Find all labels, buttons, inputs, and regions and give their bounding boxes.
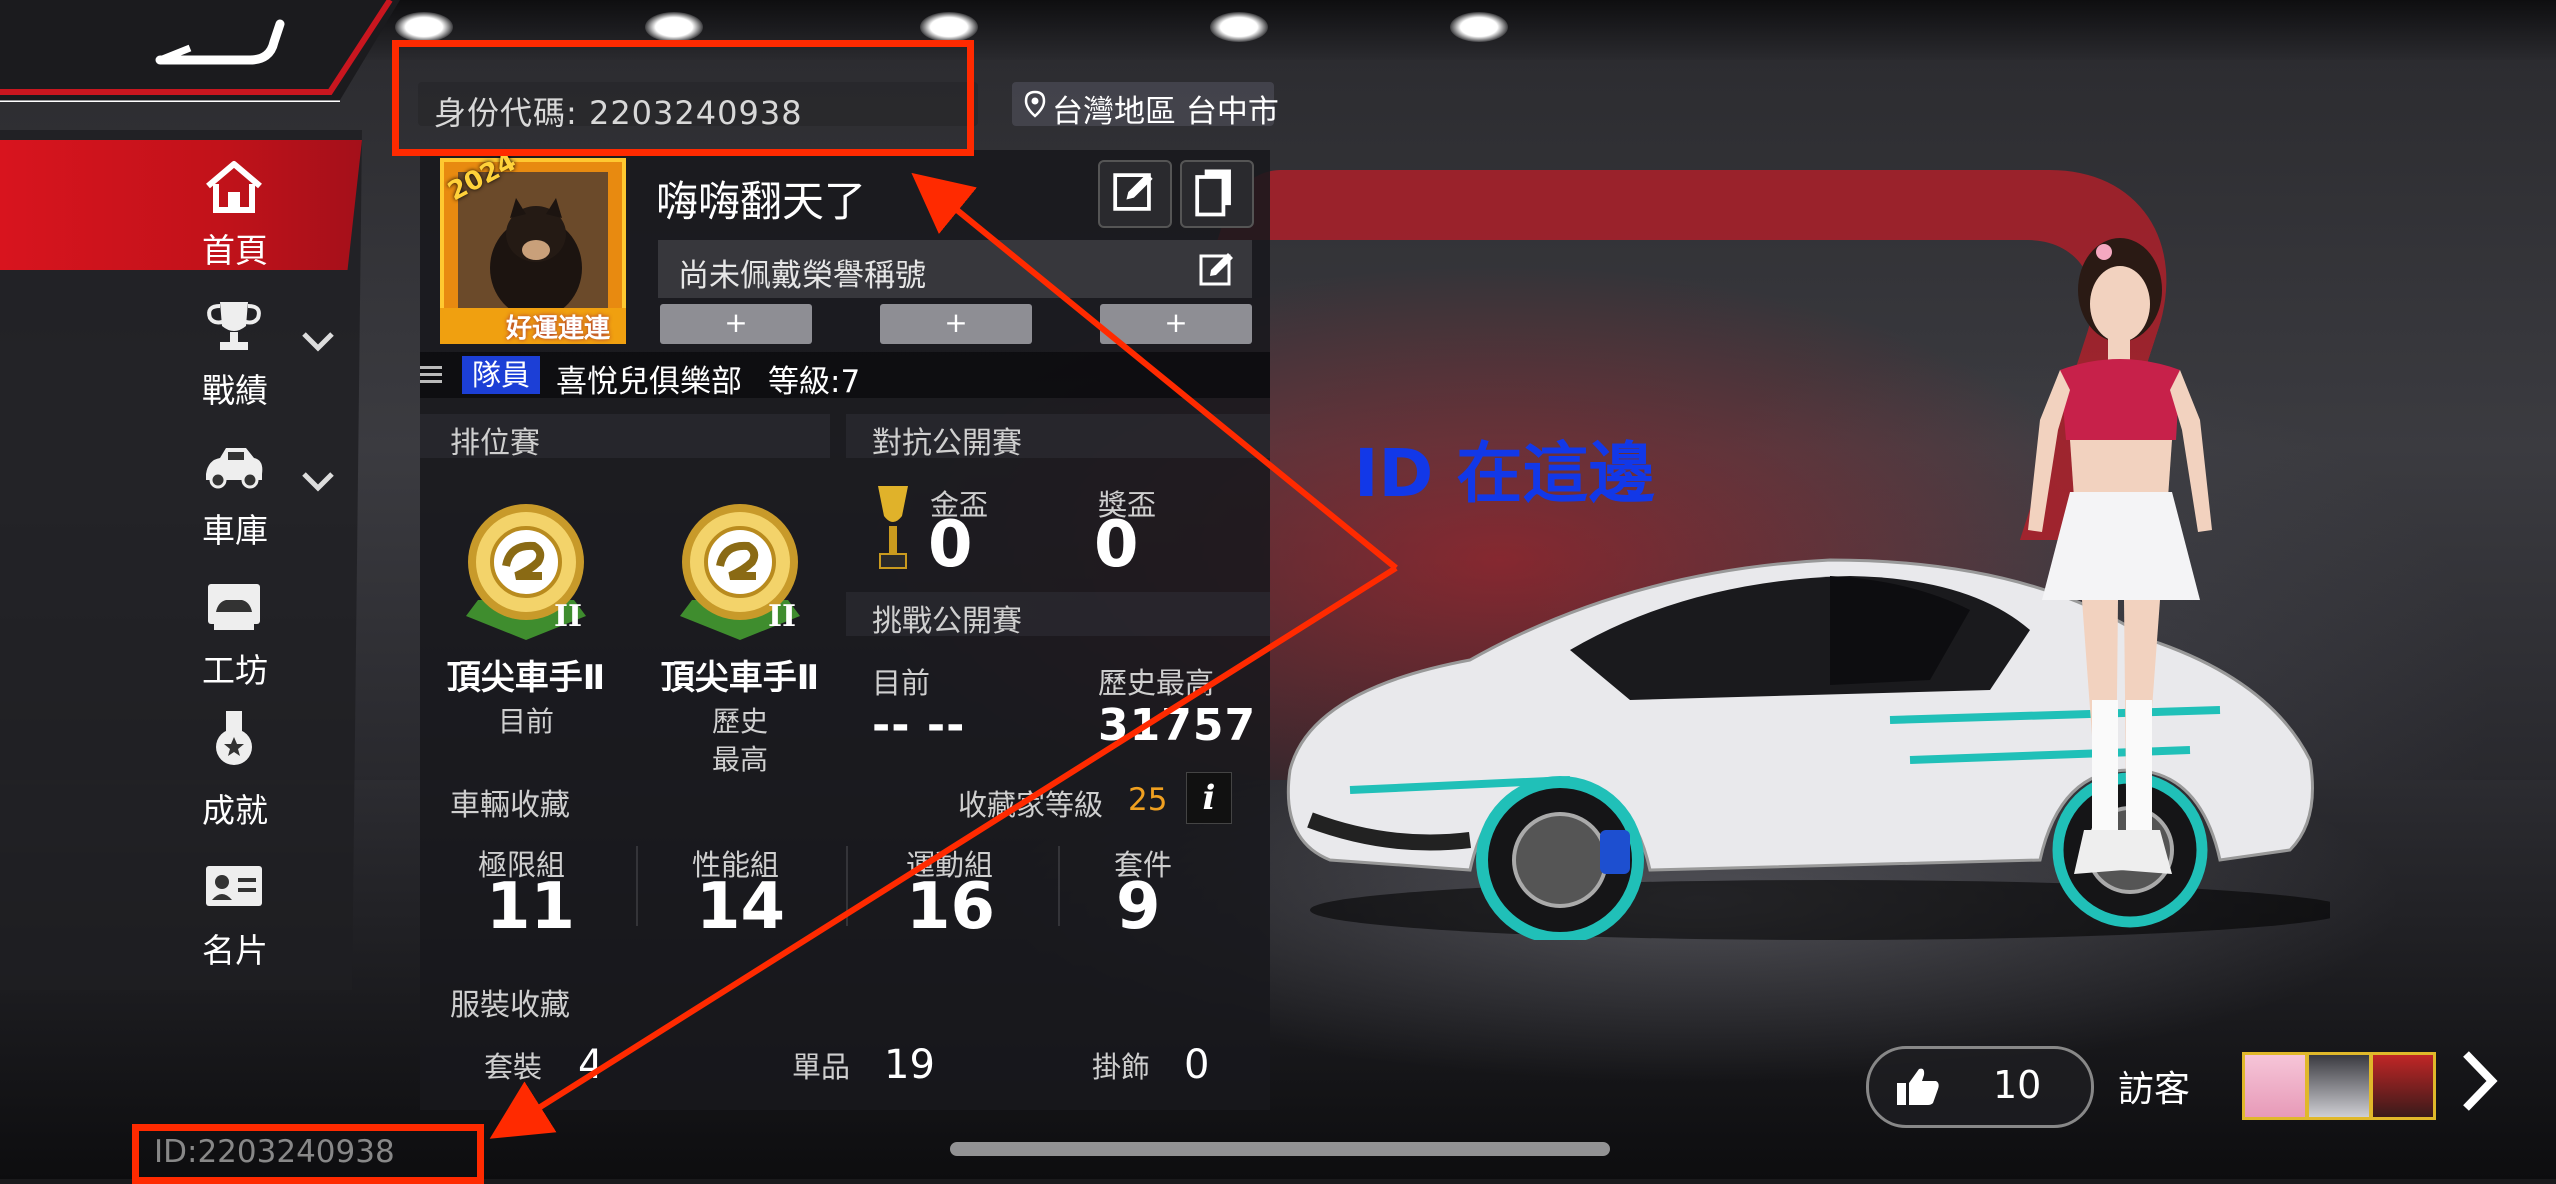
chevron-right-icon[interactable]: [2460, 1048, 2500, 1114]
ranked-heading: 排位賽: [450, 426, 540, 461]
copy-button[interactable]: [1180, 160, 1254, 228]
challenge-current-value: -- --: [872, 700, 966, 751]
character-girl-image: [2028, 238, 2212, 874]
menu-icon: [420, 366, 442, 383]
copy-icon: [1195, 169, 1231, 217]
outfit-value: 19: [884, 1042, 935, 1088]
best-rank-label: 最高: [711, 743, 768, 776]
location-text: 台灣地區 台中市: [1052, 94, 1279, 130]
ceiling-light: [1450, 12, 1508, 42]
sidebar-item-label: 戰績: [202, 371, 268, 410]
gold-cup-icon: [878, 486, 908, 569]
edit-icon: [1113, 173, 1153, 211]
outfit-label: 單品: [792, 1050, 851, 1084]
id-card-icon: [206, 866, 262, 906]
vehicle-group-value: 11: [486, 870, 576, 944]
sidebar: 首頁 戰績 車庫 工坊 成就 名片: [0, 130, 362, 990]
back-arrow-icon[interactable]: [150, 18, 290, 68]
trophy-icon: [207, 302, 261, 350]
player-avatar[interactable]: 2024 好運連連: [440, 147, 626, 344]
sidebar-item-garage[interactable]: 車庫: [0, 420, 362, 550]
player-name: 嗨嗨翻天了: [656, 177, 867, 226]
title-slot-button[interactable]: +: [1100, 304, 1252, 344]
sidebar-item-workshop[interactable]: 工坊: [0, 560, 362, 690]
annotation-highlight-box: [392, 40, 974, 156]
ceiling-light: [645, 12, 703, 42]
svg-text:II: II: [768, 599, 796, 634]
like-button[interactable]: 10: [1866, 1046, 2094, 1128]
rank-badge-icon: II: [466, 504, 586, 640]
challenge-heading: 挑戰公開賽: [872, 604, 1022, 639]
edit-profile-button[interactable]: [1098, 160, 1172, 228]
challenge-best-label: 歷史最高: [1098, 666, 1215, 700]
sidebar-item-record[interactable]: 戰績: [0, 280, 362, 410]
sidebar-item-label: 工坊: [202, 651, 268, 690]
outfit-label: 掛飾: [1092, 1050, 1151, 1084]
like-count: 10: [1993, 1063, 2042, 1107]
challenge-best-value: 31757: [1098, 700, 1257, 751]
home-icon: [206, 161, 262, 213]
sidebar-item-label: 成就: [202, 791, 268, 830]
gold-cup-count: 0: [928, 508, 973, 582]
collector-level-value: 25: [1128, 782, 1168, 818]
vehicle-group-value: 9: [1116, 870, 1161, 944]
challenge-current-label: 目前: [872, 666, 931, 700]
best-rank-name: 頂尖車手Ⅱ: [660, 658, 820, 698]
edit-title-icon[interactable]: [1198, 250, 1236, 288]
vehicle-group-value: 14: [696, 870, 786, 944]
rank-badge-icon: II: [680, 504, 800, 640]
location-badge[interactable]: 台灣地區 台中市: [1012, 82, 1279, 130]
sidebar-item-card[interactable]: 名片: [0, 840, 362, 970]
info-button[interactable]: i: [1186, 772, 1232, 824]
prize-cup-count: 0: [1094, 508, 1139, 582]
car-icon: [206, 448, 263, 489]
visitor-avatar[interactable]: [2242, 1052, 2308, 1120]
divider: [1058, 846, 1060, 926]
annotation-text: ID 在這邊: [1354, 435, 1655, 512]
club-role-badge: 隊員: [462, 356, 541, 394]
club-row: 隊員 喜悅兒俱樂部 等級:7: [420, 352, 1270, 401]
divider: [846, 846, 848, 926]
honor-title-bar[interactable]: 尚未佩戴榮譽稱號: [658, 240, 1252, 298]
sidebar-item-label: 名片: [202, 931, 268, 970]
ceiling-light: [1210, 12, 1268, 42]
current-rank-name: 頂尖車手Ⅱ: [446, 658, 606, 698]
sidebar-item-label: 車庫: [202, 511, 268, 550]
outfits-heading: 服裝收藏: [450, 988, 570, 1023]
thumbs-up-icon: [1897, 1068, 1939, 1105]
ceiling-light: [395, 12, 453, 42]
medal-icon: [216, 711, 252, 765]
visitor-avatar[interactable]: [2370, 1052, 2436, 1120]
sidebar-item-achievement[interactable]: 成就: [0, 700, 362, 830]
workshop-icon: [208, 584, 260, 630]
vehicles-heading: 車輛收藏: [450, 788, 570, 823]
sidebar-item-home[interactable]: 首頁: [0, 140, 362, 270]
divider: [636, 846, 638, 926]
location-pin-icon: [1024, 90, 1046, 118]
vehicle-group-value: 16: [906, 870, 996, 944]
collector-level-label: 收藏家等級: [958, 788, 1104, 822]
current-rank-label: 目前: [497, 705, 554, 738]
ceiling-light: [920, 12, 978, 42]
svg-text:II: II: [554, 599, 582, 634]
avatar-caption: 好運連連: [506, 314, 611, 344]
outfit-value: 0: [1184, 1042, 1210, 1088]
annotation-highlight-box: [132, 1124, 484, 1184]
outfit-label: 套裝: [484, 1050, 543, 1084]
chevron-down-icon[interactable]: [300, 466, 336, 496]
title-slot-button[interactable]: +: [880, 304, 1032, 344]
club-level: 等級:7: [768, 364, 861, 400]
home-indicator[interactable]: [950, 1142, 1610, 1156]
sidebar-item-label: 首頁: [202, 231, 268, 270]
outfit-value: 4: [578, 1042, 604, 1088]
visitors-label: 訪客: [2118, 1069, 2191, 1110]
chevron-down-icon[interactable]: [300, 326, 336, 356]
best-rank-label: 歷史: [711, 705, 768, 738]
garage-scene-background: [0, 0, 2556, 1179]
visitor-avatar[interactable]: [2306, 1052, 2372, 1120]
club-name[interactable]: 喜悅兒俱樂部: [556, 356, 742, 401]
open-match-heading: 對抗公開賽: [872, 426, 1022, 461]
honor-title-text: 尚未佩戴榮譽稱號: [678, 258, 926, 294]
title-slot-button[interactable]: +: [660, 304, 812, 344]
